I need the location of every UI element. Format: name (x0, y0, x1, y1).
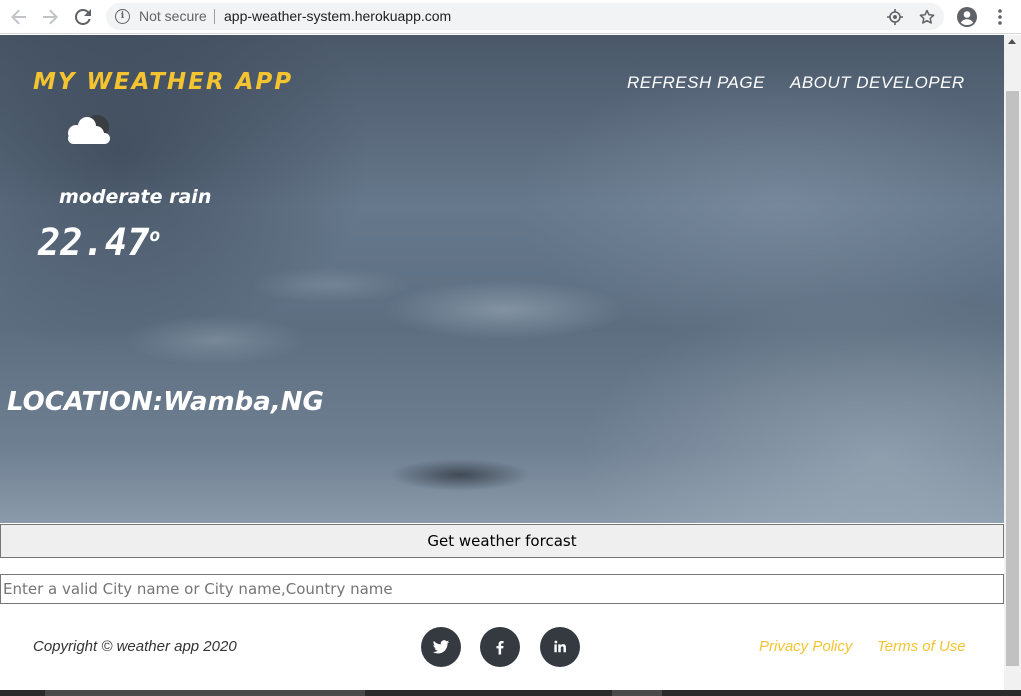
get-forecast-button[interactable]: Get weather forcast (0, 524, 1004, 558)
linkedin-icon (554, 640, 566, 653)
back-arrow-icon[interactable] (8, 6, 30, 28)
privacy-policy-link[interactable]: Privacy Policy (759, 638, 852, 655)
scrollbar-thumb[interactable] (1006, 91, 1019, 666)
linkedin-button[interactable] (540, 627, 580, 667)
account-icon[interactable] (955, 5, 979, 29)
security-label[interactable]: Not secure (139, 8, 207, 24)
temperature-number: 22.47 (38, 221, 150, 264)
temperature-value: 22.47o (38, 221, 160, 264)
bottom-edge-segment (45, 690, 365, 696)
facebook-icon (496, 640, 504, 655)
facebook-button[interactable] (480, 627, 520, 667)
menu-dots-icon[interactable] (988, 5, 1012, 29)
terms-of-use-link[interactable]: Terms of Use (877, 638, 966, 655)
location-target-icon[interactable] (886, 8, 904, 26)
address-bar[interactable]: i Not secure app-weather-system.herokuap… (106, 3, 944, 30)
copyright-text: Copyright © weather app 2020 (33, 638, 237, 655)
forward-arrow-icon[interactable] (39, 6, 61, 28)
omnibox-divider (214, 9, 215, 24)
browser-toolbar: i Not secure app-weather-system.herokuap… (0, 0, 1021, 34)
location-label: LOCATION:Wamba,NG (7, 387, 324, 417)
app-brand[interactable]: MY WEATHER APP (33, 69, 293, 95)
info-icon[interactable]: i (115, 9, 130, 24)
degree-symbol: o (149, 225, 161, 246)
star-icon[interactable] (918, 8, 936, 26)
weather-condition: moderate rain (59, 186, 212, 208)
reload-icon[interactable] (72, 6, 94, 28)
url-text[interactable]: app-weather-system.herokuapp.com (224, 8, 451, 24)
nav-about-developer[interactable]: ABOUT DEVELOPER (790, 73, 965, 93)
cloud-icon (60, 113, 114, 149)
nav-refresh-page[interactable]: REFRESH PAGE (627, 73, 765, 93)
scroll-up-arrow[interactable] (1008, 39, 1016, 44)
weather-hero: MY WEATHER APP REFRESH PAGE ABOUT DEVELO… (0, 35, 1004, 523)
twitter-icon (432, 640, 450, 654)
window-bottom-edge (0, 690, 1021, 696)
twitter-button[interactable] (421, 627, 461, 667)
city-search-input[interactable] (0, 574, 1004, 604)
bottom-edge-segment (612, 690, 662, 696)
page-scrollbar[interactable] (1004, 35, 1021, 696)
